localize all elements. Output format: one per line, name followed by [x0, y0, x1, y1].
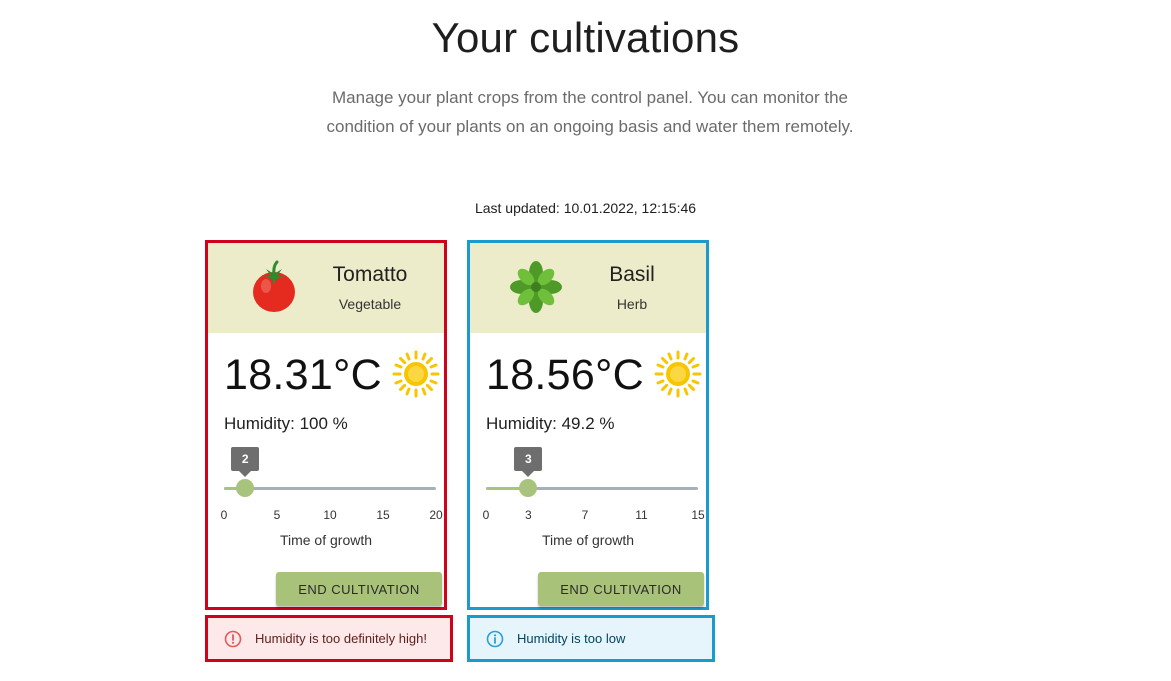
- page-description: Manage your plant crops from the control…: [326, 88, 854, 136]
- slider-track[interactable]: [224, 487, 436, 490]
- basil-icon: [510, 261, 562, 313]
- last-updated: Last updated: 10.01.2022, 12:15:46: [474, 200, 697, 216]
- slider-tick-label: 15: [376, 508, 390, 522]
- plant-name: Basil: [609, 263, 655, 286]
- info-outline-icon: [486, 630, 504, 647]
- cultivation-card-tomato: Tomatto Vegetable 18.31°C Humidity: 100 …: [205, 240, 447, 610]
- slider-tick-label: 3: [525, 508, 532, 522]
- alert-text: Humidity is too low: [517, 631, 626, 646]
- temperature-value: 18.56°C: [486, 351, 644, 399]
- slider-tick-label: 5: [273, 508, 281, 522]
- sun-icon: [654, 350, 702, 398]
- cultivation-card-basil: Basil Herb 18.56°C Humidity: 49.2 % 3 0 …: [467, 240, 709, 610]
- end-cultivation-button[interactable]: END CULTIVATION: [538, 572, 704, 606]
- slider-value-label: 2: [231, 447, 260, 477]
- humidity-alert-error: Humidity is too definitely high!: [205, 615, 453, 662]
- slider-tick-label: 11: [635, 508, 648, 522]
- tomato-icon: [253, 260, 295, 312]
- slider-tick-label: 20: [429, 508, 443, 522]
- slider-tick-label: 0: [220, 508, 228, 522]
- temperature-value: 18.31°C: [224, 351, 382, 399]
- humidity-alert-info: Humidity is too low: [467, 615, 715, 662]
- humidity-value: Humidity: 49.2 %: [486, 414, 615, 433]
- slider-tick-label: 0: [482, 508, 490, 522]
- end-cultivation-button[interactable]: END CULTIVATION: [276, 572, 442, 606]
- growth-slider[interactable]: 3 0 3 7 11 15: [483, 447, 705, 527]
- plant-type: Herb: [616, 296, 648, 312]
- error-outline-icon: [224, 630, 242, 647]
- slider-value-label: 3: [514, 447, 543, 477]
- slider-label: Time of growth: [279, 532, 373, 548]
- slider-thumb[interactable]: [236, 479, 255, 497]
- slider-tick-label: 10: [323, 508, 337, 522]
- sun-icon: [392, 350, 440, 398]
- card-header: Basil Herb: [470, 243, 706, 333]
- slider-tick-label: 7: [581, 508, 589, 522]
- humidity-value: Humidity: 100 %: [224, 414, 348, 433]
- slider-label: Time of growth: [541, 532, 635, 548]
- card-header: Tomatto Vegetable: [208, 243, 444, 333]
- slider-thumb[interactable]: [519, 479, 538, 497]
- page-title: Your cultivations: [431, 14, 740, 61]
- plant-name: Tomatto: [332, 263, 408, 286]
- growth-slider[interactable]: 2 0 5 10 15 20: [221, 447, 443, 527]
- alert-text: Humidity is too definitely high!: [255, 631, 427, 646]
- slider-tick-label: 15: [691, 508, 705, 522]
- plant-type: Vegetable: [338, 296, 402, 312]
